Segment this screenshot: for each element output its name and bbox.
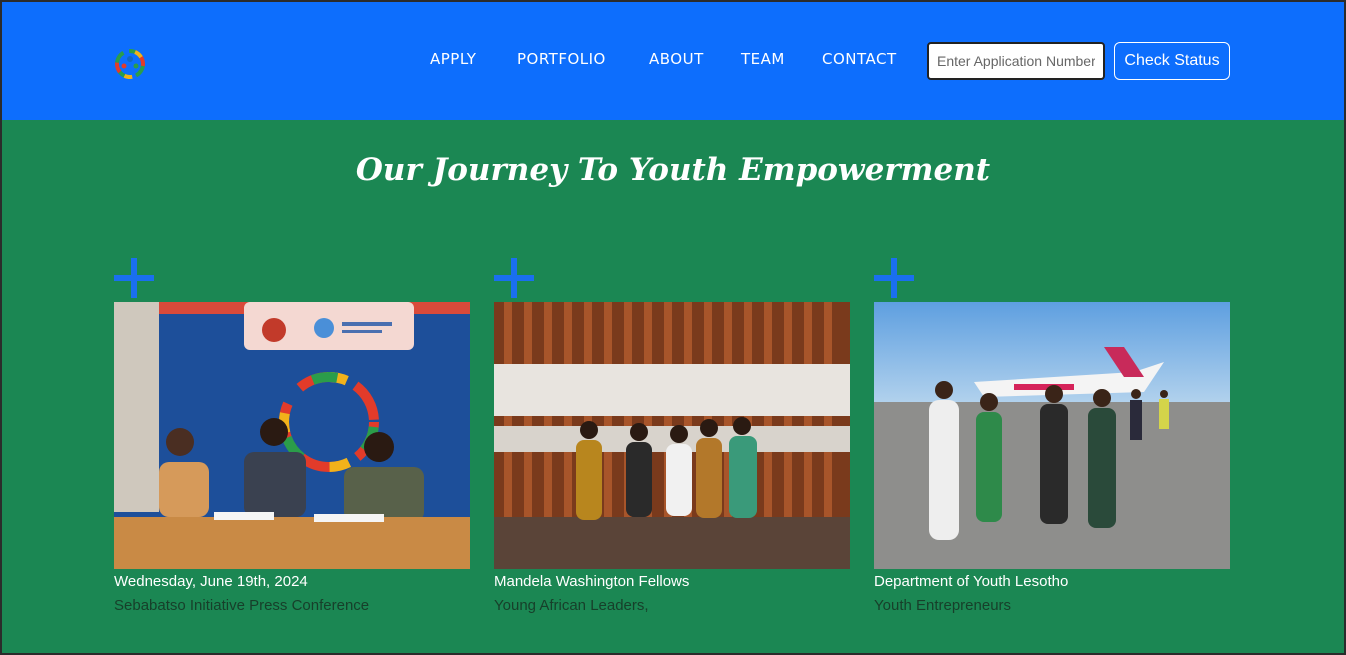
top-navbar: APPLY PORTFOLIO ABOUT TEAM CONTACT Check… xyxy=(0,0,1346,120)
page-title: Our Journey To Youth Empowerment xyxy=(355,152,991,188)
application-number-input[interactable] xyxy=(927,42,1105,80)
nav-team[interactable]: TEAM xyxy=(741,50,785,68)
nav-about[interactable]: ABOUT xyxy=(649,50,704,68)
brand-logo-icon[interactable] xyxy=(114,48,146,80)
nav-portfolio[interactable]: PORTFOLIO xyxy=(517,50,606,68)
plus-icon[interactable] xyxy=(114,258,154,298)
card-subtitle: Young African Leaders, xyxy=(494,597,649,614)
airport-fellows-photo xyxy=(494,302,850,569)
check-status-button[interactable]: Check Status xyxy=(1114,42,1230,80)
card-heading: Mandela Washington Fellows xyxy=(494,573,690,590)
card-subtitle: Sebabatso Initiative Press Conference xyxy=(114,597,370,614)
plus-icon[interactable] xyxy=(494,258,534,298)
plus-icon[interactable] xyxy=(874,258,914,298)
card-heading: Wednesday, June 19th, 2024 xyxy=(114,573,308,590)
card-subtitle: Youth Entrepreneurs xyxy=(874,597,1012,614)
nav-contact[interactable]: CONTACT xyxy=(822,50,897,68)
press-conference-photo xyxy=(114,302,470,569)
card-heading: Department of Youth Lesotho xyxy=(874,573,1069,590)
airfield-youth-photo xyxy=(874,302,1230,569)
nav-apply[interactable]: APPLY xyxy=(430,50,476,68)
